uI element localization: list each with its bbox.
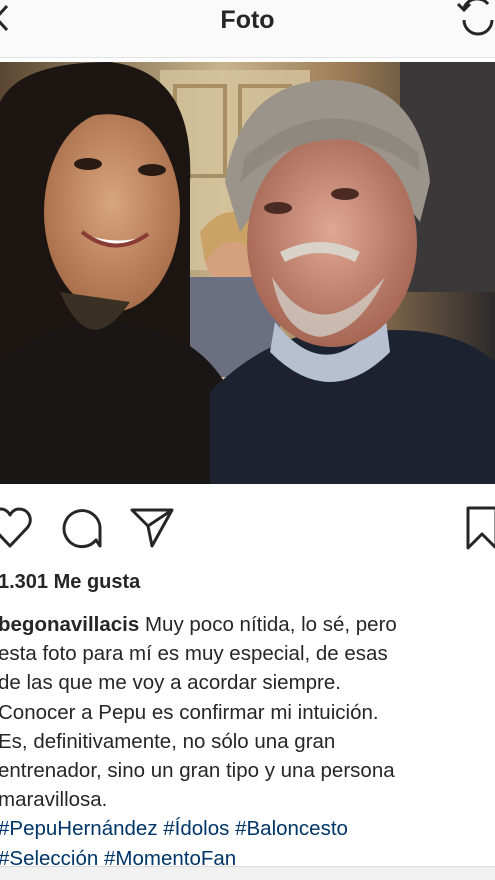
top-bar: Foto — [0, 0, 495, 58]
post-photo[interactable] — [0, 62, 495, 484]
hashtag-line: #PepuHernández #Ídolos #Baloncesto — [0, 814, 495, 843]
caption-line: esta foto para mí es muy especial, de es… — [0, 642, 388, 666]
caption-line: entrenador, sino un gran tipo y una pers… — [0, 759, 395, 783]
bookmark-icon[interactable] — [462, 504, 495, 552]
photo-image — [0, 62, 495, 484]
caption-line: Es, definitivamente, no sólo una gran — [0, 729, 336, 753]
post-actions — [0, 490, 495, 570]
caption-line: de las que me voy a acordar siempre. — [0, 671, 341, 695]
caption-line: begonavillacis Muy poco nítida, lo sé, p… — [0, 610, 495, 639]
comment-bubble-icon[interactable] — [60, 506, 104, 550]
hashtag-link[interactable]: #Baloncesto — [235, 817, 348, 840]
instagram-photo-screen: Foto 1.301 Me gusta begonavillacis Muy p… — [0, 0, 495, 880]
caption-text: Muy poco nítida, lo sé, pero — [139, 613, 397, 636]
paper-plane-icon[interactable] — [128, 506, 176, 550]
heart-outline-icon[interactable] — [0, 506, 34, 550]
hashtag-link[interactable]: #Ídolos — [163, 817, 229, 840]
page-title: Foto — [220, 6, 275, 34]
post-caption: begonavillacis Muy poco nítida, lo sé, p… — [0, 610, 495, 873]
refresh-icon[interactable] — [454, 0, 495, 40]
caption-line: maravillosa. — [0, 788, 108, 812]
likes-count[interactable]: 1.301 Me gusta — [0, 571, 140, 594]
bottom-edge — [0, 866, 495, 880]
username-link[interactable]: begonavillacis — [0, 613, 139, 636]
hashtag-link[interactable]: #PepuHernández — [0, 817, 158, 840]
caption-line: Conocer a Pepu es confirmar mi intuición… — [0, 700, 379, 724]
